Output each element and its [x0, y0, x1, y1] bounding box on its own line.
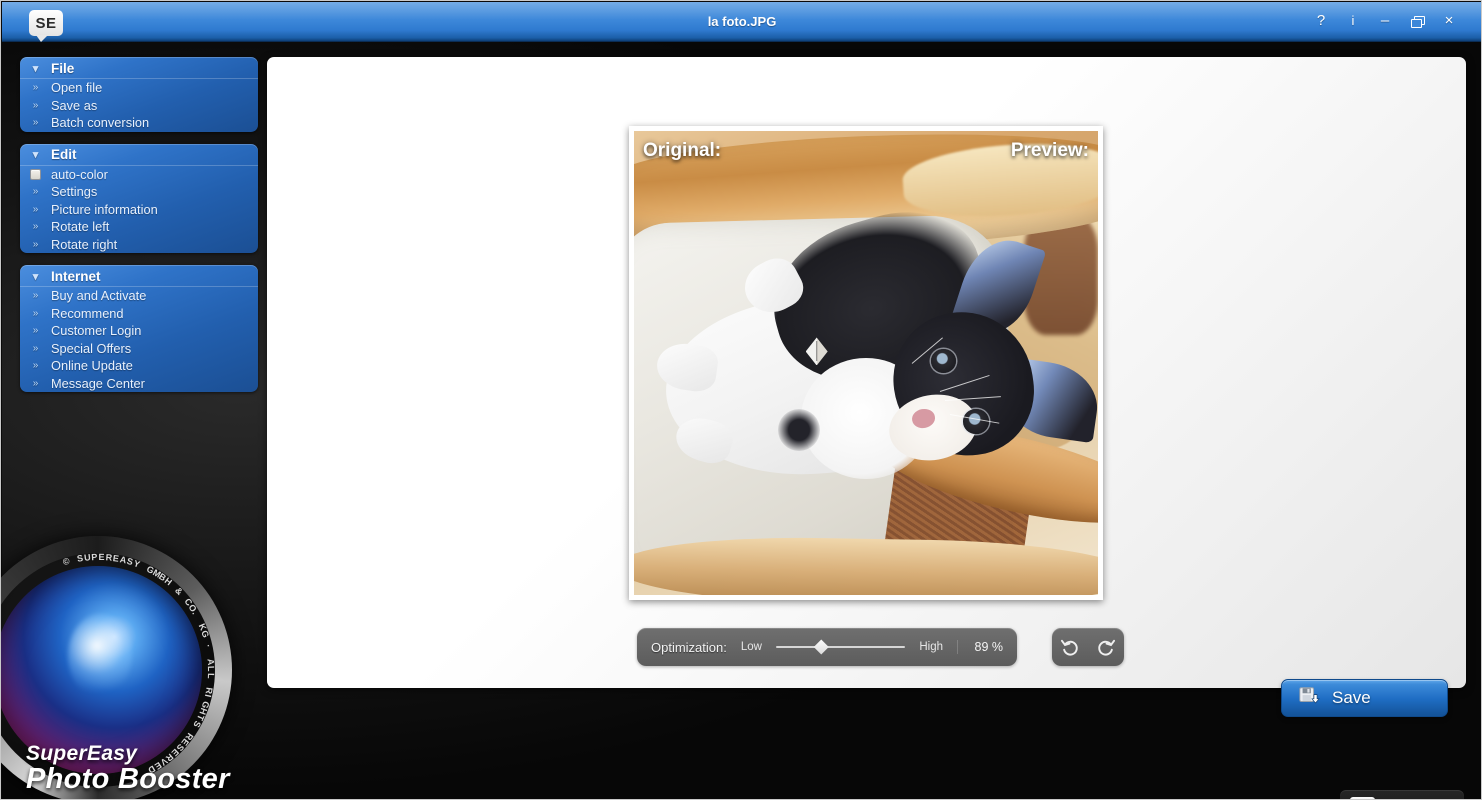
compare-split-handle[interactable] [805, 337, 828, 366]
arrow-icon: » [32, 221, 39, 233]
sidebar-header-internet[interactable]: ▾ Internet [20, 265, 258, 287]
sidebar-group-file: ▾ File » Open file » Save as » Batch con… [20, 57, 258, 132]
optimization-slider[interactable] [775, 638, 906, 656]
app-background: ▾ File » Open file » Save as » Batch con… [1, 42, 1481, 799]
label-preview: Preview: [1010, 140, 1089, 161]
photo-cat-eye-lower [963, 409, 989, 434]
sidebar-item-recommend[interactable]: » Recommend [20, 305, 258, 323]
sidebar-group-edit: ▾ Edit auto-color » Settings » Picture i… [20, 143, 258, 254]
sidebar-item-online-update[interactable]: » Online Update [20, 357, 258, 375]
optimization-value: 89 % [957, 640, 1003, 654]
product-brand: SuperEasy Photo Booster [26, 742, 230, 796]
save-button[interactable]: Save [1281, 679, 1448, 717]
save-icon [1298, 685, 1320, 712]
title-bar: SE la foto.JPG ? i – × [2, 2, 1481, 42]
optimization-low-label: Low [740, 641, 762, 653]
sidebar-item-label: Customer Login [51, 323, 142, 339]
sidebar-header-label: Edit [51, 147, 77, 162]
sidebar-header-label: File [51, 60, 75, 76]
slider-track [775, 646, 906, 648]
sidebar-item-save-as[interactable]: » Save as [20, 97, 258, 115]
sidebar-item-buy-and-activate[interactable]: » Buy and Activate [20, 287, 258, 305]
help-icon[interactable]: ? [1312, 12, 1330, 30]
sidebar-item-label: auto-color [51, 166, 108, 182]
sidebar-item-label: Rotate left [51, 219, 110, 235]
sidebar-item-message-center[interactable]: » Message Center [20, 375, 258, 393]
sidebar-header-label: Internet [51, 268, 101, 284]
arrow-icon: » [32, 325, 39, 337]
checkbox-icon[interactable] [30, 168, 41, 180]
sidebar-item-settings[interactable]: » Settings [20, 183, 258, 201]
chevron-down-icon: ▾ [32, 62, 39, 75]
sidebar-group-internet: ▾ Internet » Buy and Activate » Recommen… [20, 265, 258, 392]
arrow-icon: » [32, 99, 39, 111]
sidebar-item-label: Picture information [51, 201, 158, 217]
sidebar-header-edit[interactable]: ▾ Edit [20, 144, 258, 166]
close-icon[interactable]: × [1440, 12, 1458, 30]
sidebar-item-label: Online Update [51, 358, 133, 374]
arrow-icon: » [32, 307, 39, 319]
sidebar-item-label: Special Offers [51, 340, 132, 356]
optimization-bar: Optimization: Low High 89 % [637, 628, 1017, 666]
photo-compare-view[interactable]: Original: Preview: [634, 131, 1098, 595]
arrow-icon: » [32, 290, 39, 302]
sidebar-item-customer-login[interactable]: » Customer Login [20, 322, 258, 340]
sidebar-item-rotate-right[interactable]: » Rotate right [20, 236, 258, 254]
sidebar-item-rotate-left[interactable]: » Rotate left [20, 218, 258, 236]
brand-line-2: Photo Booster [26, 763, 230, 795]
sidebar-item-label: Message Center [51, 375, 145, 391]
undo-icon[interactable] [1057, 634, 1083, 660]
photo-cat-spot [777, 409, 820, 452]
slider-knob[interactable] [813, 639, 829, 655]
sidebar: ▾ File » Open file » Save as » Batch con… [20, 57, 258, 404]
photo-frame: Original: Preview: [629, 126, 1103, 600]
sidebar-item-label: Rotate right [51, 236, 118, 252]
label-original: Original: [643, 140, 722, 161]
restore-icon[interactable] [1408, 12, 1426, 30]
sidebar-item-special-offers[interactable]: » Special Offers [20, 340, 258, 358]
split-divider-line [815, 341, 818, 362]
app-window: SE la foto.JPG ? i – × ▾ File » Open fil… [0, 0, 1482, 800]
sidebar-header-file[interactable]: ▾ File [20, 57, 258, 79]
window-controls: ? i – × [1312, 12, 1458, 30]
sidebar-item-picture-information[interactable]: » Picture information [20, 201, 258, 219]
main-panel: Original: Preview: Optimization: Low Hig… [267, 57, 1466, 717]
sidebar-item-label: Save as [51, 97, 98, 113]
arrow-icon: » [32, 82, 39, 94]
redo-icon[interactable] [1093, 634, 1119, 660]
save-button-label: Save [1332, 688, 1371, 707]
minimize-icon[interactable]: – [1376, 12, 1394, 30]
history-buttons [1052, 628, 1124, 666]
superEasy-mark-icon: SE [1350, 796, 1375, 799]
chevron-down-icon: ▾ [32, 149, 39, 161]
sidebar-item-label: Batch conversion [51, 115, 150, 131]
sidebar-item-auto-color[interactable]: auto-color [20, 166, 258, 184]
sidebar-item-label: Buy and Activate [51, 288, 147, 304]
arrow-icon: » [32, 360, 39, 372]
arrow-icon: » [32, 342, 39, 354]
arrow-icon: » [32, 117, 39, 129]
arrow-icon: » [32, 186, 39, 198]
sidebar-item-label: Recommend [51, 305, 124, 321]
window-title: la foto.JPG [707, 14, 777, 29]
arrow-icon: » [32, 203, 39, 215]
arrow-icon: » [32, 377, 39, 389]
footer-brand-badge: SE SuperEasy [1340, 790, 1464, 799]
optimization-label: Optimization: [651, 639, 727, 655]
sidebar-item-label: Settings [51, 184, 98, 200]
optimization-high-label: High [919, 641, 943, 653]
sidebar-item-label: Open file [51, 80, 103, 96]
sidebar-item-open-file[interactable]: » Open file [20, 79, 258, 97]
arrow-icon: » [32, 238, 39, 250]
chevron-down-icon: ▾ [32, 270, 39, 283]
sidebar-item-batch-conversion[interactable]: » Batch conversion [20, 114, 258, 132]
product-logo: © SUPEREASY GMBH & CO. KG · ALL RIGHTS R… [1, 536, 264, 799]
info-icon[interactable]: i [1344, 12, 1362, 30]
